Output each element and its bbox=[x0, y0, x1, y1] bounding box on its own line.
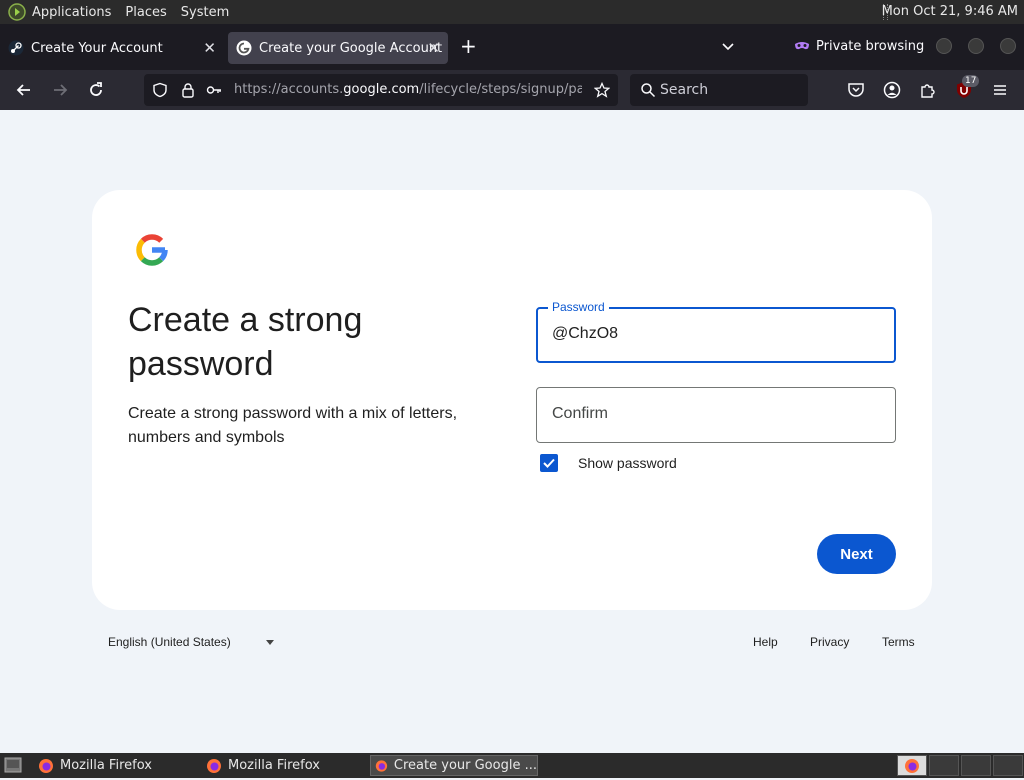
show-desktop-icon[interactable] bbox=[4, 757, 22, 773]
key-icon[interactable] bbox=[206, 82, 222, 98]
signup-card: Create a strong password Create a strong… bbox=[92, 190, 932, 610]
page-description: Create a strong password with a mix of l… bbox=[128, 405, 458, 446]
search-icon bbox=[641, 83, 656, 98]
forward-arrow-icon[interactable] bbox=[50, 80, 70, 100]
url-bar[interactable]: https://accounts.google.com/lifecycle/st… bbox=[144, 74, 618, 106]
taskbar-item-google-account[interactable]: Create your Google ... bbox=[370, 755, 538, 776]
workspace-3[interactable] bbox=[961, 755, 991, 776]
bottom-taskbar: Mozilla Firefox Mozilla Firefox Create y… bbox=[0, 753, 1024, 778]
close-tab-icon[interactable]: ✕ bbox=[427, 39, 440, 57]
tab-create-your-account[interactable]: Create Your Account ✕ bbox=[0, 32, 224, 64]
password-value[interactable]: @ChzO8 bbox=[552, 325, 618, 343]
firefox-icon bbox=[207, 758, 221, 773]
reload-icon[interactable] bbox=[86, 80, 106, 100]
tracking-shield-icon[interactable] bbox=[152, 82, 168, 98]
url-text[interactable]: https://accounts.google.com/lifecycle/st… bbox=[234, 82, 582, 97]
help-link[interactable]: Help bbox=[753, 635, 778, 649]
search-bar[interactable]: Search bbox=[630, 74, 808, 106]
taskbar-item-label: Mozilla Firefox bbox=[228, 758, 320, 773]
show-password-checkbox[interactable] bbox=[540, 454, 558, 472]
close-tab-icon[interactable]: ✕ bbox=[203, 39, 216, 57]
google-favicon-icon bbox=[236, 40, 252, 56]
system-menu[interactable]: System bbox=[181, 5, 229, 20]
search-placeholder: Search bbox=[660, 82, 709, 98]
tab-create-google-account[interactable]: Create your Google Account ✕ bbox=[228, 32, 448, 64]
places-menu[interactable]: Places bbox=[125, 5, 166, 20]
tab-title: Create Your Account bbox=[31, 40, 163, 56]
back-arrow-icon[interactable] bbox=[14, 80, 34, 100]
steam-favicon-icon bbox=[8, 40, 24, 56]
password-field[interactable]: Password @ChzO8 bbox=[536, 300, 896, 363]
pocket-icon[interactable] bbox=[847, 81, 865, 99]
url-path: /lifecycle/steps/signup/password bbox=[419, 82, 582, 97]
account-icon[interactable] bbox=[883, 81, 901, 99]
tab-title: Create your Google Account bbox=[259, 40, 443, 56]
firefox-icon bbox=[905, 759, 919, 773]
language-dropdown-caret-icon[interactable] bbox=[266, 640, 274, 645]
url-prefix: https://accounts. bbox=[234, 82, 344, 97]
taskbar-item-firefox-2[interactable]: Mozilla Firefox bbox=[202, 755, 362, 776]
extensions-icon[interactable] bbox=[919, 81, 937, 99]
taskbar-item-label: Mozilla Firefox bbox=[60, 758, 152, 773]
top-panel: Applications Places System Mon Oct 21, 9… bbox=[0, 0, 1024, 24]
private-browsing-label: Private browsing bbox=[816, 38, 925, 54]
confirm-placeholder: Confirm bbox=[552, 405, 609, 422]
confirm-password-field[interactable]: Confirm bbox=[536, 387, 896, 443]
bookmark-star-icon[interactable] bbox=[594, 82, 610, 98]
applications-menu[interactable]: Applications bbox=[32, 5, 111, 20]
nav-bar: https://accounts.google.com/lifecycle/st… bbox=[0, 70, 1024, 110]
show-password-toggle[interactable]: Show password bbox=[540, 454, 677, 472]
ublock-count-badge: 17 bbox=[962, 75, 980, 87]
taskbar-item-label: Create your Google ... bbox=[393, 758, 537, 773]
workspace-1[interactable] bbox=[897, 755, 927, 776]
close-window-button[interactable] bbox=[1000, 38, 1016, 54]
private-mask-icon bbox=[795, 42, 809, 50]
next-button[interactable]: Next bbox=[817, 534, 896, 574]
firefox-icon bbox=[39, 758, 53, 773]
private-browsing-indicator: Private browsing bbox=[794, 38, 924, 54]
google-logo-icon bbox=[136, 234, 168, 266]
show-password-label: Show password bbox=[578, 455, 677, 471]
hamburger-menu-icon[interactable] bbox=[991, 81, 1009, 99]
privacy-link[interactable]: Privacy bbox=[810, 635, 849, 649]
firefox-icon bbox=[375, 759, 388, 772]
minimize-window-button[interactable] bbox=[936, 38, 952, 54]
workspace-4[interactable] bbox=[993, 755, 1023, 776]
new-tab-button[interactable]: + bbox=[460, 34, 477, 58]
workspace-2[interactable] bbox=[929, 755, 959, 776]
terms-link[interactable]: Terms bbox=[882, 635, 915, 649]
lock-icon[interactable] bbox=[180, 82, 196, 98]
language-selector[interactable]: English (United States) bbox=[108, 635, 231, 649]
maximize-window-button[interactable] bbox=[968, 38, 984, 54]
applications-menu-icon[interactable] bbox=[8, 3, 26, 21]
panel-clock[interactable]: Mon Oct 21, 9:46 AM bbox=[882, 4, 1018, 19]
tab-bar: Create Your Account ✕ Create your Google… bbox=[0, 24, 1024, 70]
checkmark-icon bbox=[543, 458, 555, 468]
taskbar-item-firefox-1[interactable]: Mozilla Firefox bbox=[34, 755, 194, 776]
page-title: Create a strong password bbox=[128, 301, 363, 383]
tab-list-chevron-down-icon[interactable] bbox=[720, 38, 736, 54]
url-host: google.com bbox=[343, 82, 420, 97]
password-field-label: Password bbox=[548, 300, 609, 314]
page-footer: English (United States) Help Privacy Ter… bbox=[108, 632, 916, 652]
